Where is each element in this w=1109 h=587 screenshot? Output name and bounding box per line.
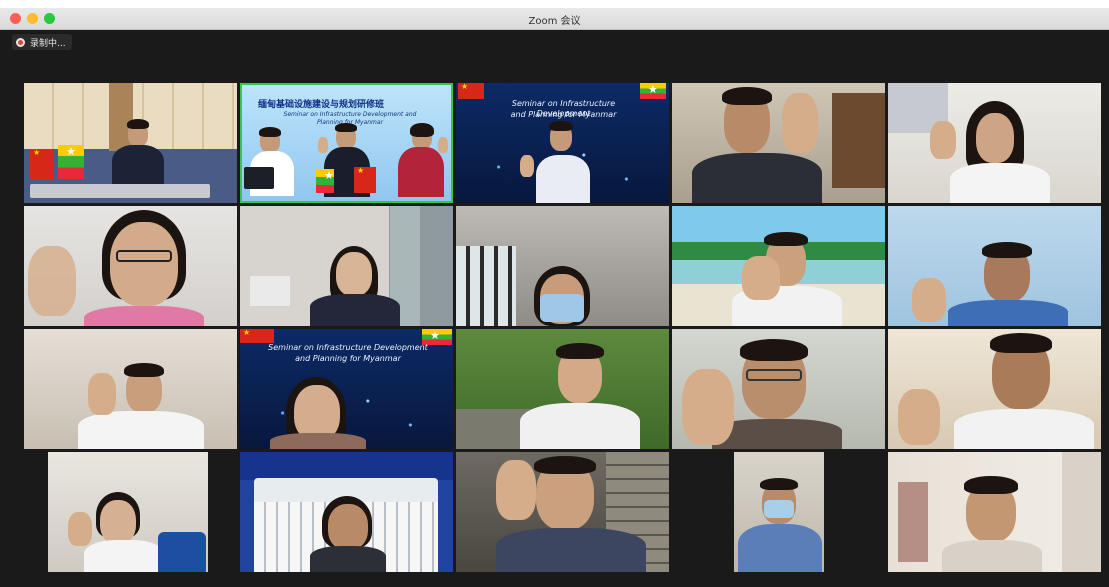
zoom-window: Zoom 会议 录制中... 缅甸基础设施建设与规划研修班 Seminar on… — [0, 0, 1109, 587]
participant-video: Seminar on Infrastructure Development an… — [240, 329, 453, 449]
participant-video: 缅甸基础设施建设与规划研修班 Seminar on Infrastructure… — [240, 83, 453, 203]
window-title: Zoom 会议 — [528, 16, 581, 27]
video-tile[interactable] — [24, 452, 237, 572]
recording-label: 录制中... — [30, 38, 66, 49]
participant-video — [672, 83, 885, 203]
video-tile[interactable] — [24, 329, 237, 449]
banner-line-2: and Planning for Myanmar — [295, 354, 401, 363]
gallery-view: 缅甸基础设施建设与规划研修班 Seminar on Infrastructure… — [24, 83, 1102, 575]
participant-video — [672, 206, 885, 326]
participant-video — [24, 83, 237, 203]
participant-video — [240, 206, 453, 326]
participant-video — [734, 452, 824, 572]
top-strip — [0, 0, 1109, 8]
participant-video — [456, 329, 669, 449]
video-tile[interactable] — [672, 329, 885, 449]
record-icon — [16, 37, 25, 47]
video-tile[interactable]: Seminar on Infrastructure Development an… — [456, 83, 669, 203]
video-tile[interactable] — [888, 83, 1101, 203]
video-tile[interactable] — [456, 206, 669, 326]
recording-indicator[interactable]: 录制中... — [12, 34, 72, 50]
participant-video — [456, 206, 669, 326]
video-tile[interactable] — [24, 206, 237, 326]
participant-video — [48, 452, 208, 572]
video-tile[interactable] — [888, 206, 1101, 326]
video-tile[interactable] — [240, 206, 453, 326]
video-tile[interactable]: Seminar on Infrastructure Development an… — [240, 329, 453, 449]
video-tile[interactable] — [888, 452, 1101, 572]
video-tile[interactable] — [672, 452, 885, 572]
participant-video — [24, 206, 237, 326]
banner-chinese-title: 缅甸基础设施建设与规划研修班 — [258, 100, 385, 110]
participant-video — [888, 452, 1101, 572]
video-tile[interactable] — [672, 83, 885, 203]
video-tile[interactable] — [24, 83, 237, 203]
participant-video — [240, 452, 453, 572]
video-tile[interactable] — [240, 452, 453, 572]
video-tile-active-speaker[interactable]: 缅甸基础设施建设与规划研修班 Seminar on Infrastructure… — [240, 83, 453, 203]
title-bar: Zoom 会议 — [0, 8, 1109, 30]
video-tile[interactable] — [672, 206, 885, 326]
participant-video — [888, 206, 1101, 326]
participant-video — [24, 329, 237, 449]
video-tile[interactable] — [888, 329, 1101, 449]
banner-line-1: Seminar on Infrastructure Development — [268, 343, 428, 352]
video-tile[interactable] — [456, 452, 669, 572]
participant-video — [456, 452, 669, 572]
participant-video — [888, 329, 1101, 449]
participant-video — [888, 83, 1101, 203]
video-tile[interactable] — [456, 329, 669, 449]
participant-video: Seminar on Infrastructure Development an… — [456, 83, 669, 203]
banner-line-2: and Planning for Myanmar — [510, 110, 617, 119]
participant-video — [672, 329, 885, 449]
